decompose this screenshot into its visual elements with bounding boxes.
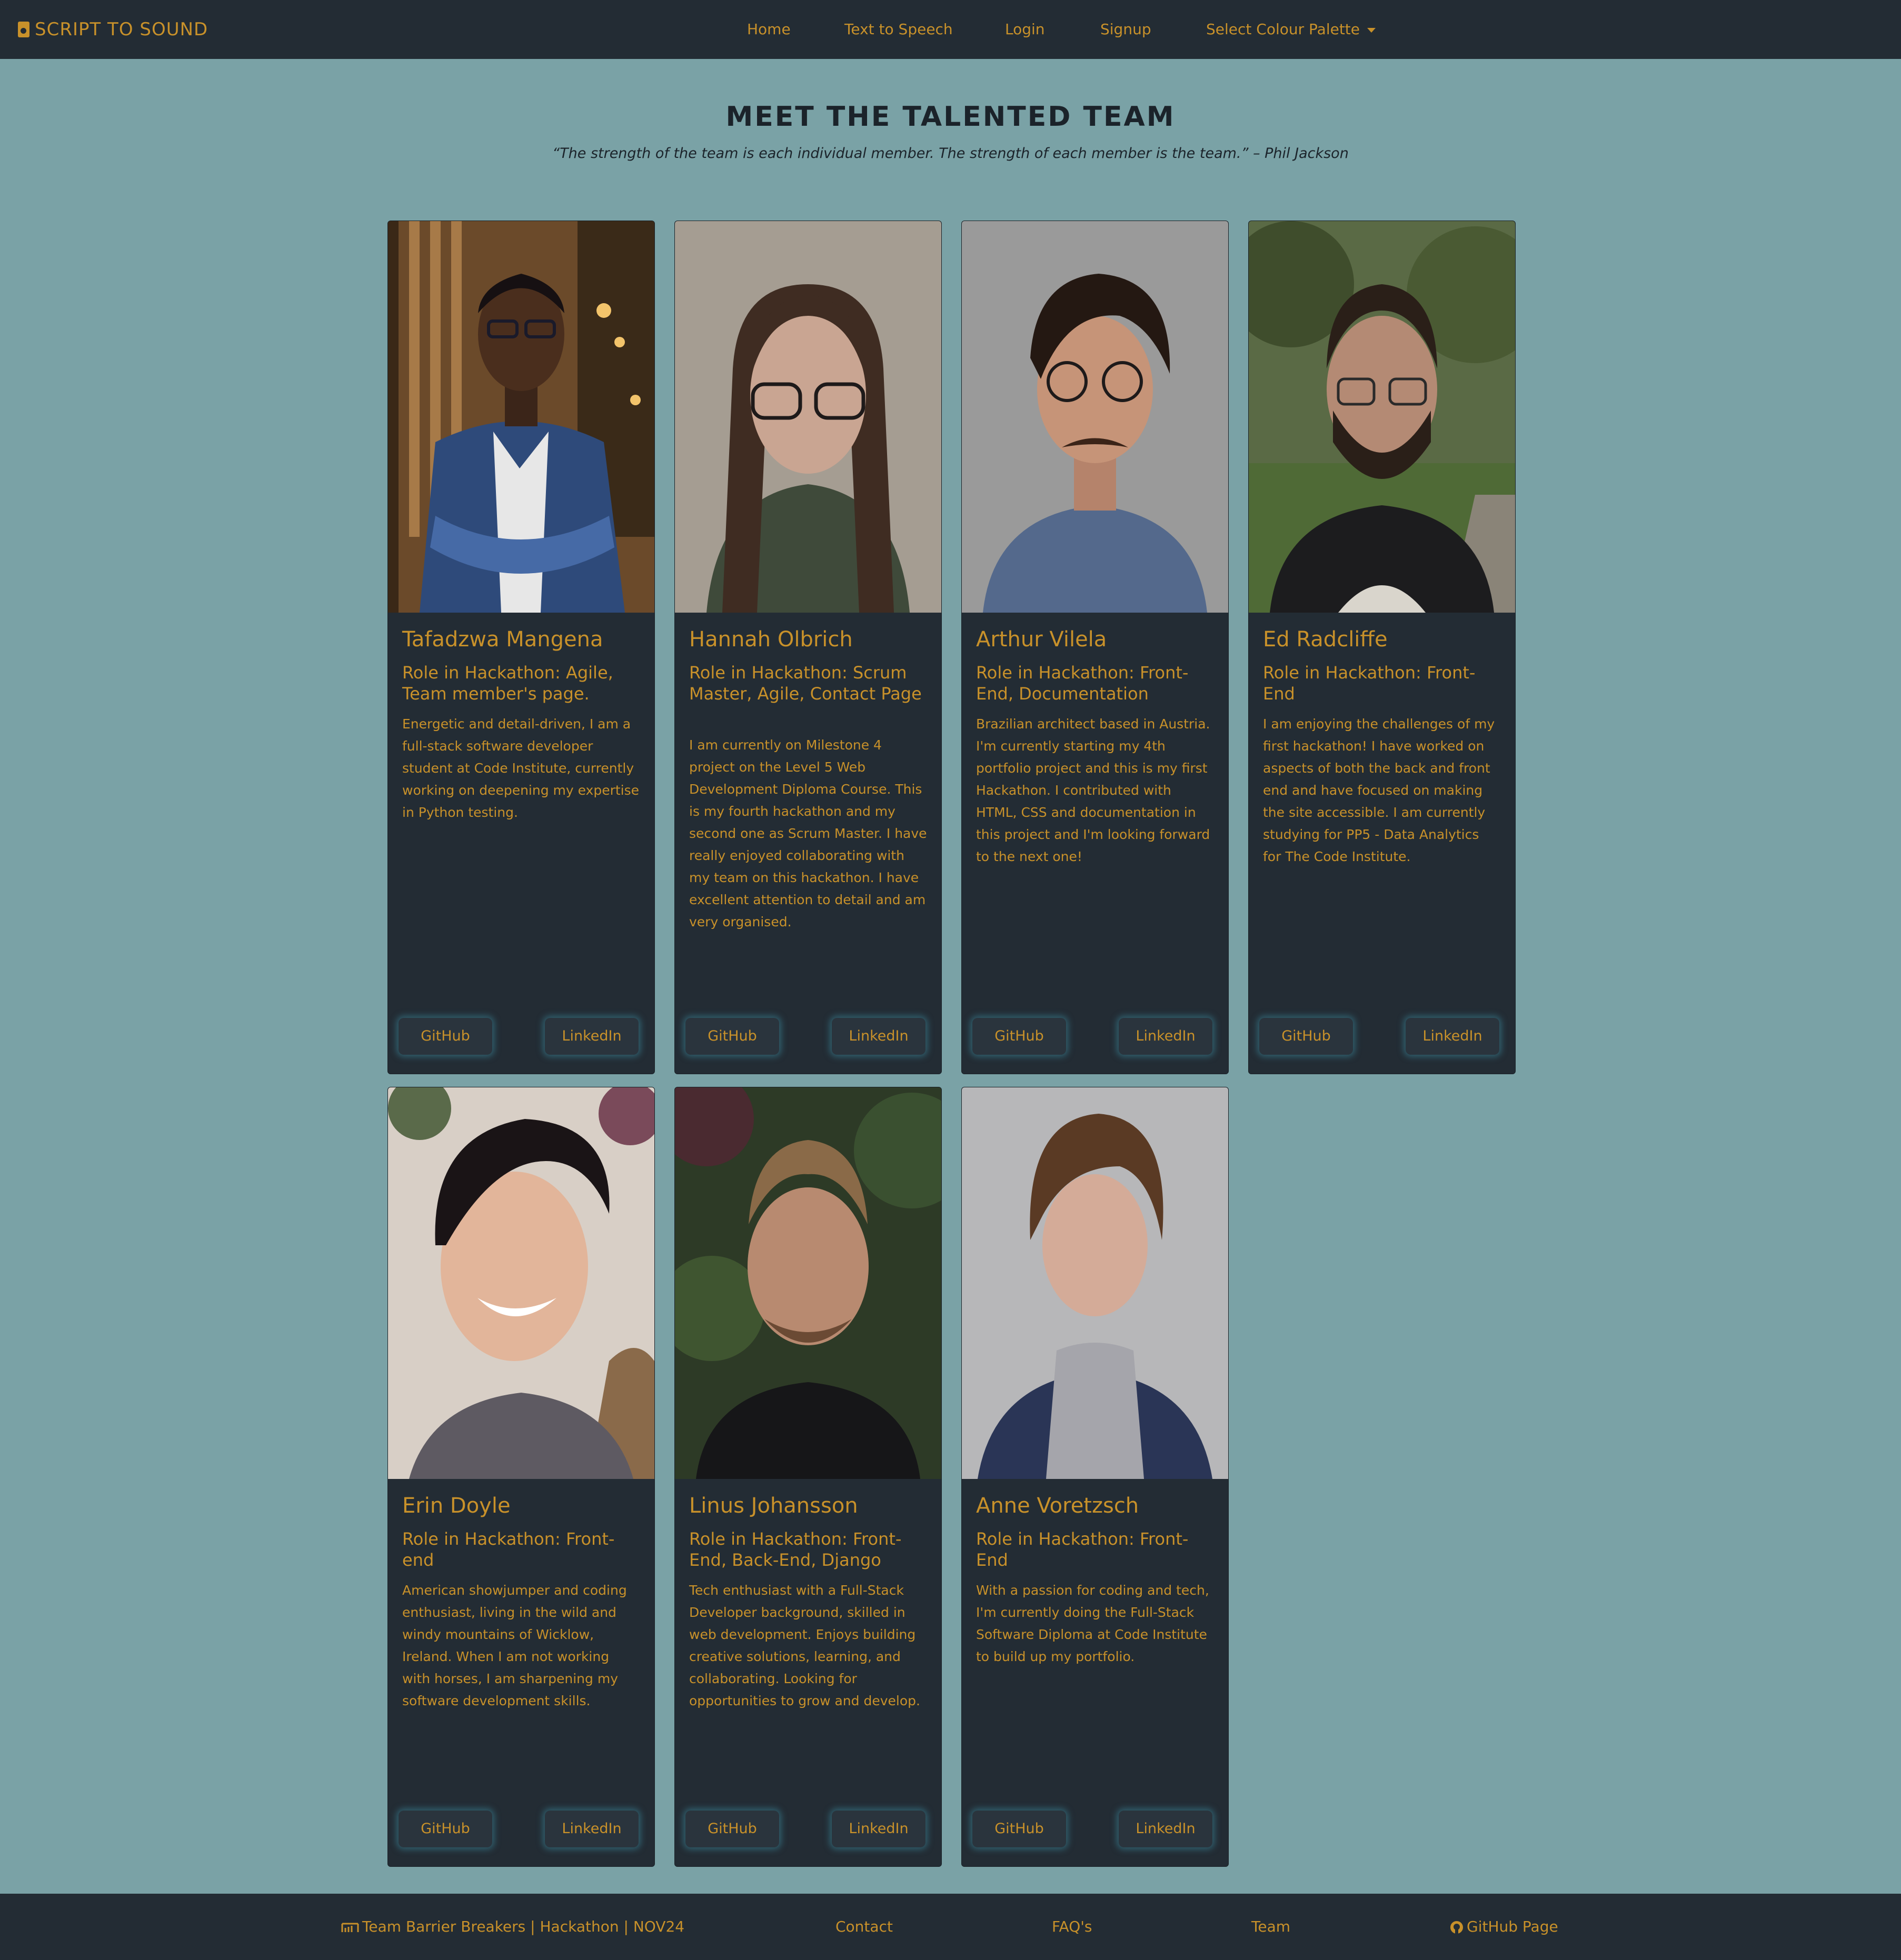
member-role: Role in Hackathon: Scrum Master, Agile, …: [689, 663, 922, 704]
member-name: Arthur Vilela: [976, 627, 1107, 652]
member-bio: I am enjoying the challenges of my first…: [1263, 716, 1495, 864]
member-role: Role in Hackathon: Front-End, Documentat…: [976, 663, 1189, 704]
footer: Team Barrier Breakers | Hackathon | NOV2…: [0, 1894, 1901, 1960]
team-card: Anne Voretzsch Role in Hackathon: Front-…: [961, 1087, 1229, 1867]
navbar: SCRIPT TO SOUND Home Text to Speech Logi…: [0, 0, 1901, 59]
github-button[interactable]: GitHub: [1259, 1018, 1353, 1055]
team-card: Tafadzwa Mangena Role in Hackathon: Agil…: [387, 221, 655, 1074]
member-bio: Energetic and detail-driven, I am a full…: [402, 716, 640, 820]
member-role: Role in Hackathon: Agile, Team member's …: [402, 663, 613, 704]
footer-team-label: Team Barrier Breakers | Hackathon | NOV2…: [362, 1918, 685, 1935]
nav-signup[interactable]: Signup: [1100, 0, 1151, 59]
nav-home[interactable]: Home: [747, 0, 791, 59]
github-button[interactable]: GitHub: [685, 1018, 779, 1055]
member-role: Role in Hackathon: Front-end: [402, 1529, 615, 1570]
team-card: Ed Radcliffe Role in Hackathon: Front-En…: [1248, 221, 1516, 1074]
linkedin-button[interactable]: LinkedIn: [545, 1811, 639, 1847]
member-role: Role in Hackathon: Front-End, Back-End, …: [689, 1529, 902, 1570]
member-photo: [675, 1087, 941, 1479]
footer-team-info: Team Barrier Breakers | Hackathon | NOV2…: [341, 1894, 684, 1960]
linkedin-button[interactable]: LinkedIn: [832, 1018, 925, 1055]
github-button[interactable]: GitHub: [972, 1811, 1066, 1847]
github-button[interactable]: GitHub: [685, 1811, 779, 1847]
github-icon: [1450, 1921, 1463, 1934]
member-photo: [962, 1087, 1228, 1479]
footer-faqs-link[interactable]: FAQ's: [1052, 1894, 1092, 1960]
page-title: MEET THE TALENTED TEAM: [725, 101, 1176, 133]
member-photo: [388, 221, 654, 613]
footer-github-label: GitHub Page: [1467, 1918, 1558, 1935]
footer-team-link[interactable]: Team: [1251, 1894, 1290, 1960]
colour-palette-dropdown[interactable]: Select Colour Palette: [1206, 0, 1376, 59]
member-photo: [388, 1087, 654, 1479]
member-bio: With a passion for coding and tech, I'm …: [976, 1583, 1209, 1664]
member-bio: I am currently on Milestone 4 project on…: [689, 737, 927, 929]
caret-down-icon: [1367, 27, 1376, 33]
team-card: Linus Johansson Role in Hackathon: Front…: [674, 1087, 942, 1867]
member-name: Ed Radcliffe: [1263, 627, 1388, 652]
team-card: Erin Doyle Role in Hackathon: Front-end …: [387, 1087, 655, 1867]
member-photo: [962, 221, 1228, 613]
colour-palette-label: Select Colour Palette: [1206, 21, 1360, 38]
member-bio: American showjumper and coding enthusias…: [402, 1583, 627, 1708]
github-button[interactable]: GitHub: [399, 1811, 492, 1847]
ramp-icon: [341, 1923, 359, 1932]
member-name: Erin Doyle: [402, 1494, 511, 1518]
github-button[interactable]: GitHub: [972, 1018, 1066, 1055]
member-role: Role in Hackathon: Front-End: [1263, 663, 1476, 704]
team-card: Arthur Vilela Role in Hackathon: Front-E…: [961, 221, 1229, 1074]
linkedin-button[interactable]: LinkedIn: [1406, 1018, 1499, 1055]
member-name: Hannah Olbrich: [689, 627, 853, 652]
linkedin-button[interactable]: LinkedIn: [1119, 1018, 1212, 1055]
member-bio: Tech enthusiast with a Full-Stack Develo…: [689, 1583, 920, 1708]
member-photo: [675, 221, 941, 613]
member-name: Anne Voretzsch: [976, 1494, 1139, 1518]
footer-contact-link[interactable]: Contact: [835, 1894, 893, 1960]
member-name: Linus Johansson: [689, 1494, 858, 1518]
linkedin-button[interactable]: LinkedIn: [832, 1811, 925, 1847]
member-name: Tafadzwa Mangena: [402, 627, 603, 652]
github-button[interactable]: GitHub: [399, 1018, 492, 1055]
member-photo: [1249, 221, 1515, 613]
member-role: Role in Hackathon: Front-End: [976, 1529, 1189, 1570]
linkedin-button[interactable]: LinkedIn: [545, 1018, 639, 1055]
member-bio: Brazilian architect based in Austria. I'…: [976, 716, 1210, 864]
nav-login[interactable]: Login: [1005, 0, 1045, 59]
footer-github-link[interactable]: GitHub Page: [1450, 1894, 1558, 1960]
team-quote: “The strength of the team is each indivi…: [552, 145, 1349, 162]
team-card: Hannah Olbrich Role in Hackathon: Scrum …: [674, 221, 942, 1074]
linkedin-button[interactable]: LinkedIn: [1119, 1811, 1212, 1847]
nav-links: Home Text to Speech Login Signup Select …: [0, 0, 1901, 59]
nav-text-to-speech[interactable]: Text to Speech: [844, 0, 953, 59]
